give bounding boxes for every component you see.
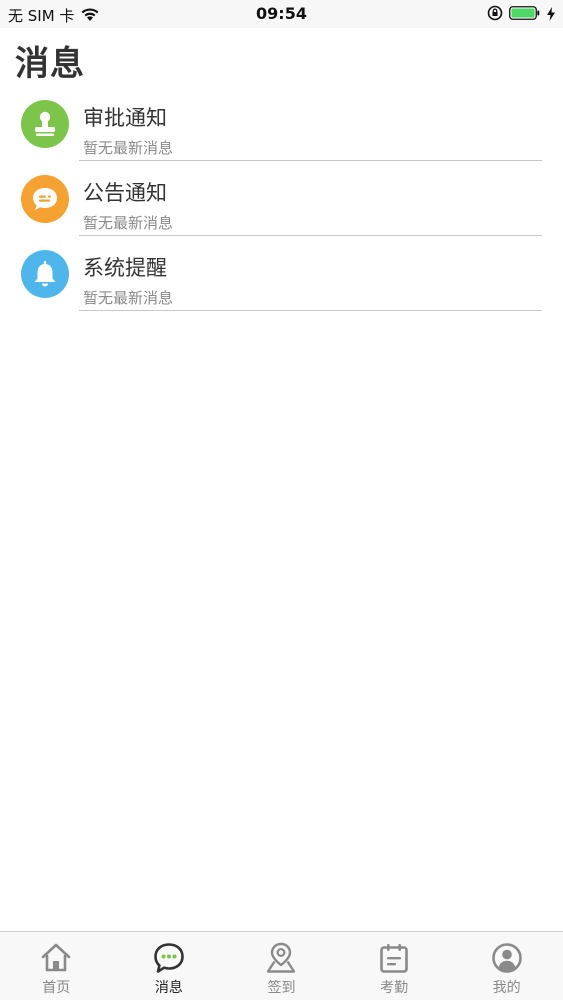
calendar-icon bbox=[377, 941, 411, 975]
status-right bbox=[487, 5, 555, 25]
tab-label: 消息 bbox=[154, 980, 183, 996]
list-item-title: 审批通知 bbox=[83, 106, 167, 130]
tab-label: 考勤 bbox=[380, 980, 409, 996]
tab-message[interactable]: 消息 bbox=[113, 932, 226, 1000]
list-item-title: 系统提醒 bbox=[83, 256, 167, 280]
page-title: 消息 bbox=[15, 44, 85, 84]
list-item-announcement[interactable]: 公告通知 暂无最新消息 bbox=[0, 165, 563, 240]
home-icon bbox=[39, 941, 73, 975]
charging-bolt-icon bbox=[547, 6, 555, 25]
location-pin-icon bbox=[264, 941, 298, 975]
message-icon bbox=[152, 941, 186, 975]
tab-profile[interactable]: 我的 bbox=[450, 932, 563, 1000]
battery-icon bbox=[509, 5, 541, 25]
status-bar: 无 SIM 卡 09:54 bbox=[0, 0, 563, 28]
divider bbox=[79, 160, 542, 161]
tab-checkin[interactable]: 签到 bbox=[225, 932, 338, 1000]
user-icon bbox=[490, 941, 524, 975]
bell-icon bbox=[21, 250, 69, 298]
tab-label: 签到 bbox=[267, 980, 296, 996]
list-item-approval[interactable]: 审批通知 暂无最新消息 bbox=[0, 90, 563, 165]
tab-bar: 首页 消息 签到 考勤 我的 bbox=[0, 931, 563, 1000]
chat-bubble-icon bbox=[21, 175, 69, 223]
list-item-subtitle: 暂无最新消息 bbox=[83, 139, 174, 157]
tab-label: 首页 bbox=[42, 980, 71, 996]
stamp-icon bbox=[21, 100, 69, 148]
message-list: 审批通知 暂无最新消息 公告通知 暂无最新消息 系统提醒 暂无最新消息 bbox=[0, 90, 563, 315]
message-screen: 无 SIM 卡 09:54 消息 审批通知 暂无最新消息 公告通知 暂无最新消息… bbox=[0, 0, 563, 1000]
list-item-subtitle: 暂无最新消息 bbox=[83, 289, 174, 307]
divider bbox=[79, 310, 542, 311]
divider bbox=[79, 235, 542, 236]
list-item-system[interactable]: 系统提醒 暂无最新消息 bbox=[0, 240, 563, 315]
tab-home[interactable]: 首页 bbox=[0, 932, 113, 1000]
tab-label: 我的 bbox=[492, 980, 521, 996]
status-time: 09:54 bbox=[256, 4, 307, 23]
list-item-subtitle: 暂无最新消息 bbox=[83, 214, 174, 232]
tab-attendance[interactable]: 考勤 bbox=[338, 932, 451, 1000]
list-item-title: 公告通知 bbox=[83, 181, 167, 205]
orientation-lock-icon bbox=[487, 5, 503, 25]
